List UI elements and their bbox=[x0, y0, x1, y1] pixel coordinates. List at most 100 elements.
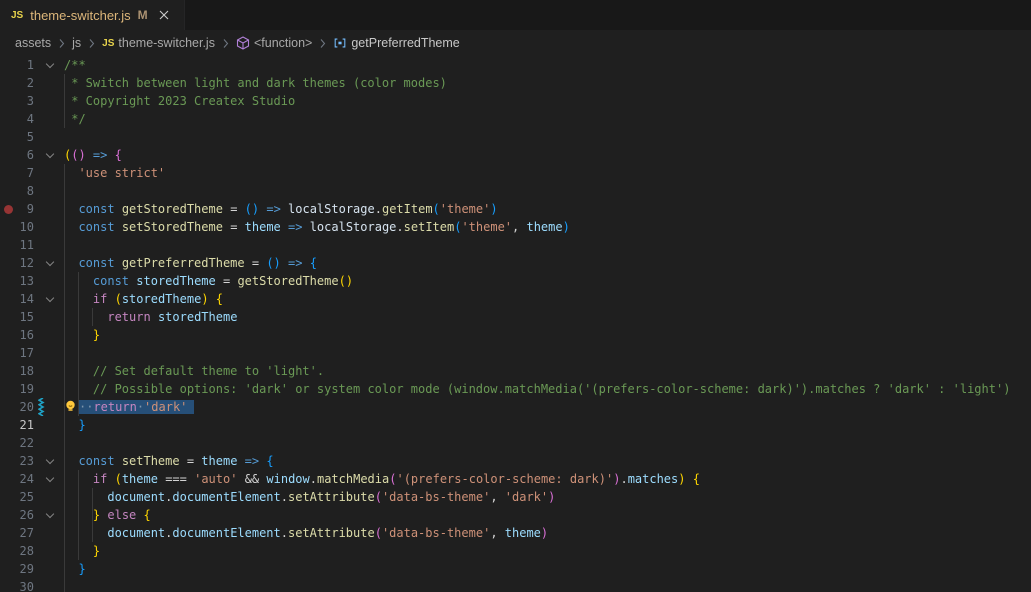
code-line-text: (() => { bbox=[64, 146, 122, 164]
line-number[interactable]: 3 bbox=[0, 92, 34, 110]
fold-chevron-icon[interactable] bbox=[46, 511, 55, 518]
tab-bar: JS theme-switcher.js M bbox=[0, 0, 1031, 30]
gutter-cell: 20 bbox=[0, 398, 64, 416]
code-line[interactable]: 26 } else { bbox=[0, 506, 1031, 524]
code-line[interactable]: 23 const setTheme = theme => { bbox=[0, 452, 1031, 470]
gutter-cell: 24 bbox=[0, 470, 64, 488]
code-line[interactable]: 30 bbox=[0, 578, 1031, 592]
line-number[interactable]: 29 bbox=[0, 560, 34, 578]
line-number[interactable]: 19 bbox=[0, 380, 34, 398]
chevron-right-icon bbox=[221, 38, 230, 49]
code-line[interactable]: 15 return storedTheme bbox=[0, 308, 1031, 326]
code-line[interactable]: 16 } bbox=[0, 326, 1031, 344]
code-editor[interactable]: 1/**2 * Switch between light and dark th… bbox=[0, 56, 1031, 592]
code-line[interactable]: 21 } bbox=[0, 416, 1031, 434]
code-line[interactable]: 11 bbox=[0, 236, 1031, 254]
gutter-cell: 25 bbox=[0, 488, 64, 506]
code-line[interactable]: 4 */ bbox=[0, 110, 1031, 128]
fold-chevron-icon[interactable] bbox=[46, 295, 55, 302]
fold-chevron-icon[interactable] bbox=[46, 151, 55, 158]
code-line[interactable]: 17 bbox=[0, 344, 1031, 362]
line-number[interactable]: 20 bbox=[0, 398, 34, 416]
line-number[interactable]: 16 bbox=[0, 326, 34, 344]
code-line[interactable]: 13 const storedTheme = getStoredTheme() bbox=[0, 272, 1031, 290]
code-line-text: } bbox=[64, 560, 86, 578]
line-number[interactable]: 22 bbox=[0, 434, 34, 452]
line-number[interactable]: 10 bbox=[0, 218, 34, 236]
code-line[interactable]: 5 bbox=[0, 128, 1031, 146]
line-number[interactable]: 2 bbox=[0, 74, 34, 92]
line-number[interactable]: 13 bbox=[0, 272, 34, 290]
line-number[interactable]: 18 bbox=[0, 362, 34, 380]
line-number[interactable]: 23 bbox=[0, 452, 34, 470]
code-line[interactable]: 12 const getPreferredTheme = () => { bbox=[0, 254, 1031, 272]
line-number[interactable]: 26 bbox=[0, 506, 34, 524]
code-line[interactable]: 7 'use strict' bbox=[0, 164, 1031, 182]
code-line[interactable]: 19 // Possible options: 'dark' or system… bbox=[0, 380, 1031, 398]
code-line-text: } else { bbox=[64, 506, 151, 524]
code-line[interactable]: 24 if (theme === 'auto' && window.matchM… bbox=[0, 470, 1031, 488]
code-line[interactable]: 9 const getStoredTheme = () => localStor… bbox=[0, 200, 1031, 218]
line-number[interactable]: 25 bbox=[0, 488, 34, 506]
line-number[interactable]: 28 bbox=[0, 542, 34, 560]
code-line[interactable]: 29 } bbox=[0, 560, 1031, 578]
line-number[interactable]: 4 bbox=[0, 110, 34, 128]
code-line[interactable]: 18 // Set default theme to 'light'. bbox=[0, 362, 1031, 380]
line-number[interactable]: 8 bbox=[0, 182, 34, 200]
code-line[interactable]: 20 ··return·'dark' bbox=[0, 398, 1031, 416]
line-number[interactable]: 17 bbox=[0, 344, 34, 362]
line-number[interactable]: 12 bbox=[0, 254, 34, 272]
symbol-variable-icon bbox=[333, 36, 347, 50]
line-number[interactable]: 27 bbox=[0, 524, 34, 542]
line-number[interactable]: 15 bbox=[0, 308, 34, 326]
breadcrumb-item-assets[interactable]: assets bbox=[15, 36, 51, 50]
fold-chevron-icon[interactable] bbox=[46, 457, 55, 464]
code-line[interactable]: 27 document.documentElement.setAttribute… bbox=[0, 524, 1031, 542]
code-line[interactable]: 10 const setStoredTheme = theme => local… bbox=[0, 218, 1031, 236]
breadcrumb-label: getPreferredTheme bbox=[351, 36, 459, 50]
line-number[interactable]: 14 bbox=[0, 290, 34, 308]
gutter-cell: 11 bbox=[0, 236, 64, 254]
symbol-namespace-icon bbox=[236, 36, 250, 50]
code-line[interactable]: 6 (() => { bbox=[0, 146, 1031, 164]
breadcrumb-item-function[interactable]: <function> bbox=[236, 36, 312, 50]
breadcrumb-item-js[interactable]: js bbox=[72, 36, 81, 50]
close-icon[interactable] bbox=[155, 6, 173, 24]
gutter-cell: 15 bbox=[0, 308, 64, 326]
line-number[interactable]: 5 bbox=[0, 128, 34, 146]
breadcrumb-item-file[interactable]: JS theme-switcher.js bbox=[102, 36, 215, 50]
line-number[interactable]: 30 bbox=[0, 578, 34, 592]
tab-theme-switcher[interactable]: JS theme-switcher.js M bbox=[0, 0, 185, 30]
code-line[interactable]: 3 * Copyright 2023 Createx Studio bbox=[0, 92, 1031, 110]
modified-badge: M bbox=[138, 8, 148, 22]
gutter-cell: 21 bbox=[0, 416, 64, 434]
fold-chevron-icon[interactable] bbox=[46, 259, 55, 266]
gutter-cell: 17 bbox=[0, 344, 64, 362]
line-number[interactable]: 24 bbox=[0, 470, 34, 488]
gutter-cell: 22 bbox=[0, 434, 64, 452]
lightbulb-icon[interactable] bbox=[64, 400, 79, 413]
code-line-text: ··return·'dark' bbox=[64, 398, 194, 416]
code-line[interactable]: 14 if (storedTheme) { bbox=[0, 290, 1031, 308]
line-number[interactable]: 21 bbox=[0, 416, 34, 434]
code-line-text: document.documentElement.setAttribute('d… bbox=[64, 488, 555, 506]
fold-chevron-icon[interactable] bbox=[46, 61, 55, 68]
fold-chevron-icon[interactable] bbox=[46, 475, 55, 482]
code-line[interactable]: 1/** bbox=[0, 56, 1031, 74]
line-number[interactable]: 11 bbox=[0, 236, 34, 254]
breadcrumb-item-symbol[interactable]: getPreferredTheme bbox=[333, 36, 459, 50]
code-line[interactable]: 2 * Switch between light and dark themes… bbox=[0, 74, 1031, 92]
line-number[interactable]: 7 bbox=[0, 164, 34, 182]
line-number[interactable]: 6 bbox=[0, 146, 34, 164]
breadcrumb-label: <function> bbox=[254, 36, 312, 50]
gutter-cell: 1 bbox=[0, 56, 64, 74]
code-line[interactable]: 28 } bbox=[0, 542, 1031, 560]
gutter-cell: 14 bbox=[0, 290, 64, 308]
code-line[interactable]: 8 bbox=[0, 182, 1031, 200]
modified-gutter-icon bbox=[38, 398, 45, 416]
code-line[interactable]: 25 document.documentElement.setAttribute… bbox=[0, 488, 1031, 506]
gutter-cell: 23 bbox=[0, 452, 64, 470]
code-line[interactable]: 22 bbox=[0, 434, 1031, 452]
line-number[interactable]: 9 bbox=[0, 200, 34, 218]
line-number[interactable]: 1 bbox=[0, 56, 34, 74]
